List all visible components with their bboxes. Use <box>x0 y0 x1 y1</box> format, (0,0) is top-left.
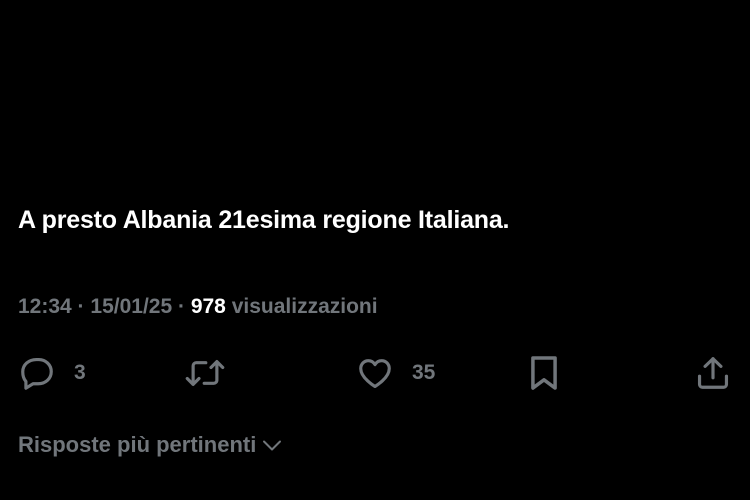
bookmark-icon <box>528 354 560 392</box>
bookmark-button[interactable] <box>528 350 560 396</box>
like-button[interactable]: 35 <box>356 350 435 396</box>
tweet-date[interactable]: 15/01/25 <box>90 295 172 318</box>
heart-icon <box>356 354 394 392</box>
tweet-detail-page: A presto Albania 21esima regione Italian… <box>0 0 750 500</box>
share-icon <box>694 354 732 392</box>
views-label[interactable]: visualizzazioni <box>226 295 378 318</box>
meta-separator: · <box>71 295 91 318</box>
retweet-icon <box>184 354 226 392</box>
reply-button[interactable]: 3 <box>18 350 86 396</box>
reply-icon <box>18 354 56 392</box>
replies-sort-dropdown[interactable]: Risposte più pertinenti <box>18 432 284 458</box>
tweet-actions-bar: 3 35 <box>0 350 750 396</box>
views-count[interactable]: 978 <box>191 295 226 318</box>
tweet-time[interactable]: 12:34 <box>18 295 72 318</box>
retweet-button[interactable] <box>184 350 226 396</box>
meta-separator: · <box>172 295 191 318</box>
replies-sort-label: Risposte più pertinenti <box>18 432 257 457</box>
like-count: 35 <box>412 361 436 384</box>
reply-count: 3 <box>74 361 86 384</box>
tweet-meta: 12:34 · 15/01/25 · 978 visualizzazioni <box>18 295 378 319</box>
chevron-down-icon <box>256 433 284 457</box>
tweet-text: A presto Albania 21esima regione Italian… <box>18 206 510 234</box>
share-button[interactable] <box>694 350 732 396</box>
